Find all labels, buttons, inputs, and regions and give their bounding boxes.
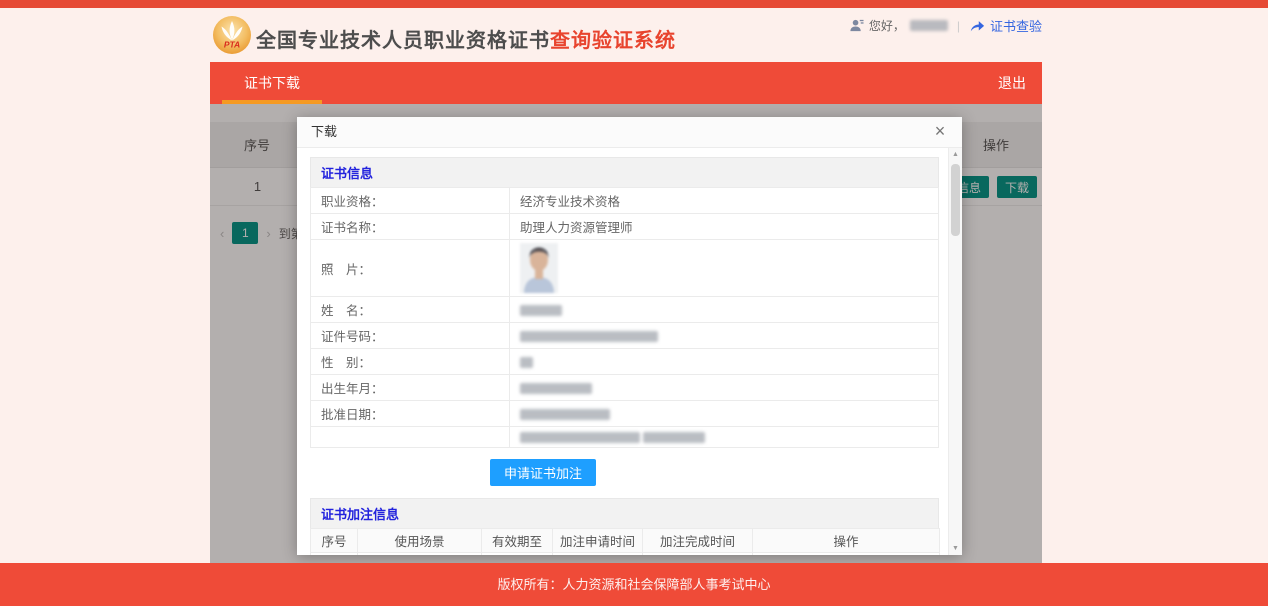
col-apply-time: 加注申请时间 <box>553 529 643 553</box>
copyright-text: 版权所有：人力资源和社会保障部人事考试中心 <box>497 577 770 592</box>
field-row <box>311 427 939 448</box>
separator: | <box>957 19 960 33</box>
field-row: 姓 名： <box>311 297 939 323</box>
col-seq: 序号 <box>311 529 358 553</box>
field-label: 批准日期： <box>311 401 510 427</box>
pta-logo: PTA <box>212 15 252 55</box>
ann-apply-time: 2021-12-16 10:53:02 <box>553 553 643 556</box>
user-bar: 您好， | 证书查验 <box>849 16 1042 35</box>
person-photo <box>520 243 558 293</box>
field-value: 经济专业技术资格 <box>510 188 939 214</box>
close-icon[interactable]: × <box>928 117 952 147</box>
title-accent: 查询验证系统 <box>550 30 676 52</box>
footer: 版权所有：人力资源和社会保障部人事考试中心 <box>0 563 1268 606</box>
field-label <box>311 427 510 448</box>
field-value-redacted <box>510 323 939 349</box>
share-arrow-icon <box>969 19 985 33</box>
field-label: 职业资格： <box>311 188 510 214</box>
annotation-header-row: 序号 使用场景 有效期至 加注申请时间 加注完成时间 操作 <box>311 529 940 553</box>
logout-button[interactable]: 退出 <box>998 62 1026 104</box>
modal-scrollbar[interactable]: ▲ ▼ <box>948 148 962 555</box>
annotation-row: 1 本人调用 2022-03-16 2021-12-16 10:53:02 证书… <box>311 553 940 556</box>
site-header: PTA 全国专业技术人员职业资格证书查询验证系统 您好， | 证书查验 <box>210 8 1042 62</box>
field-label: 出生年月： <box>311 375 510 401</box>
scroll-down-icon[interactable]: ▼ <box>949 545 962 552</box>
field-row: 批准日期： <box>311 401 939 427</box>
download-modal: 下载 × 证书信息 职业资格： 经济专业技术资格 证书名称： 助理人力资源管理师… <box>297 117 962 555</box>
field-value-redacted <box>510 427 939 448</box>
cert-info-table: 职业资格： 经济专业技术资格 证书名称： 助理人力资源管理师 照 片： <box>310 187 939 448</box>
user-icon <box>849 18 864 33</box>
col-action: 操作 <box>753 529 940 553</box>
col-valid-until: 有效期至 <box>482 529 553 553</box>
col-scene: 使用场景 <box>358 529 482 553</box>
scroll-up-icon[interactable]: ▲ <box>949 151 962 158</box>
field-label: 证书名称： <box>311 214 510 240</box>
field-row: 职业资格： 经济专业技术资格 <box>311 188 939 214</box>
ann-scene: 本人调用 <box>358 553 482 556</box>
ann-valid-until: 2022-03-16 <box>482 553 553 556</box>
field-value-redacted <box>510 401 939 427</box>
apply-annotation-button[interactable]: 申请证书加注 <box>490 459 596 486</box>
title-main: 全国专业技术人员职业资格证书 <box>256 30 550 52</box>
section-title-annotation: 证书加注信息 <box>310 498 939 528</box>
field-row: 证件号码： <box>311 323 939 349</box>
field-value-redacted <box>510 349 939 375</box>
field-row: 性 别： <box>311 349 939 375</box>
ann-seq: 1 <box>311 553 358 556</box>
field-value: 助理人力资源管理师 <box>510 214 939 240</box>
field-label: 证件号码： <box>311 323 510 349</box>
section-title-cert-info: 证书信息 <box>310 157 939 187</box>
nav-item-label: 证书下载 <box>244 75 300 91</box>
annotation-table: 序号 使用场景 有效期至 加注申请时间 加注完成时间 操作 1 本人调用 202… <box>310 528 940 555</box>
field-row: 出生年月： <box>311 375 939 401</box>
logo-text: PTA <box>224 40 240 50</box>
cert-verify-link[interactable]: 证书查验 <box>990 16 1042 35</box>
top-accent-strip <box>0 0 1268 8</box>
username-redacted <box>910 20 948 31</box>
nav-item-cert-download[interactable]: 证书下载 <box>222 62 322 104</box>
col-complete-time: 加注完成时间 <box>643 529 753 553</box>
field-row: 照 片： <box>311 240 939 297</box>
modal-title: 下载 <box>311 124 337 139</box>
ann-complete-time <box>643 553 753 556</box>
scrollbar-thumb[interactable] <box>951 164 960 236</box>
field-value-redacted <box>510 375 939 401</box>
field-label: 性 别： <box>311 349 510 375</box>
field-label: 姓 名： <box>311 297 510 323</box>
greeting-text: 您好， <box>869 17 905 34</box>
field-value-redacted <box>510 297 939 323</box>
photo-cell <box>510 240 939 297</box>
modal-body: 证书信息 职业资格： 经济专业技术资格 证书名称： 助理人力资源管理师 照 片： <box>297 148 948 555</box>
page-title: 全国专业技术人员职业资格证书查询验证系统 <box>256 24 676 53</box>
modal-header: 下载 × <box>297 117 962 148</box>
field-label: 照 片： <box>311 240 510 297</box>
main-nav: 证书下载 退出 <box>210 62 1042 104</box>
field-row: 证书名称： 助理人力资源管理师 <box>311 214 939 240</box>
